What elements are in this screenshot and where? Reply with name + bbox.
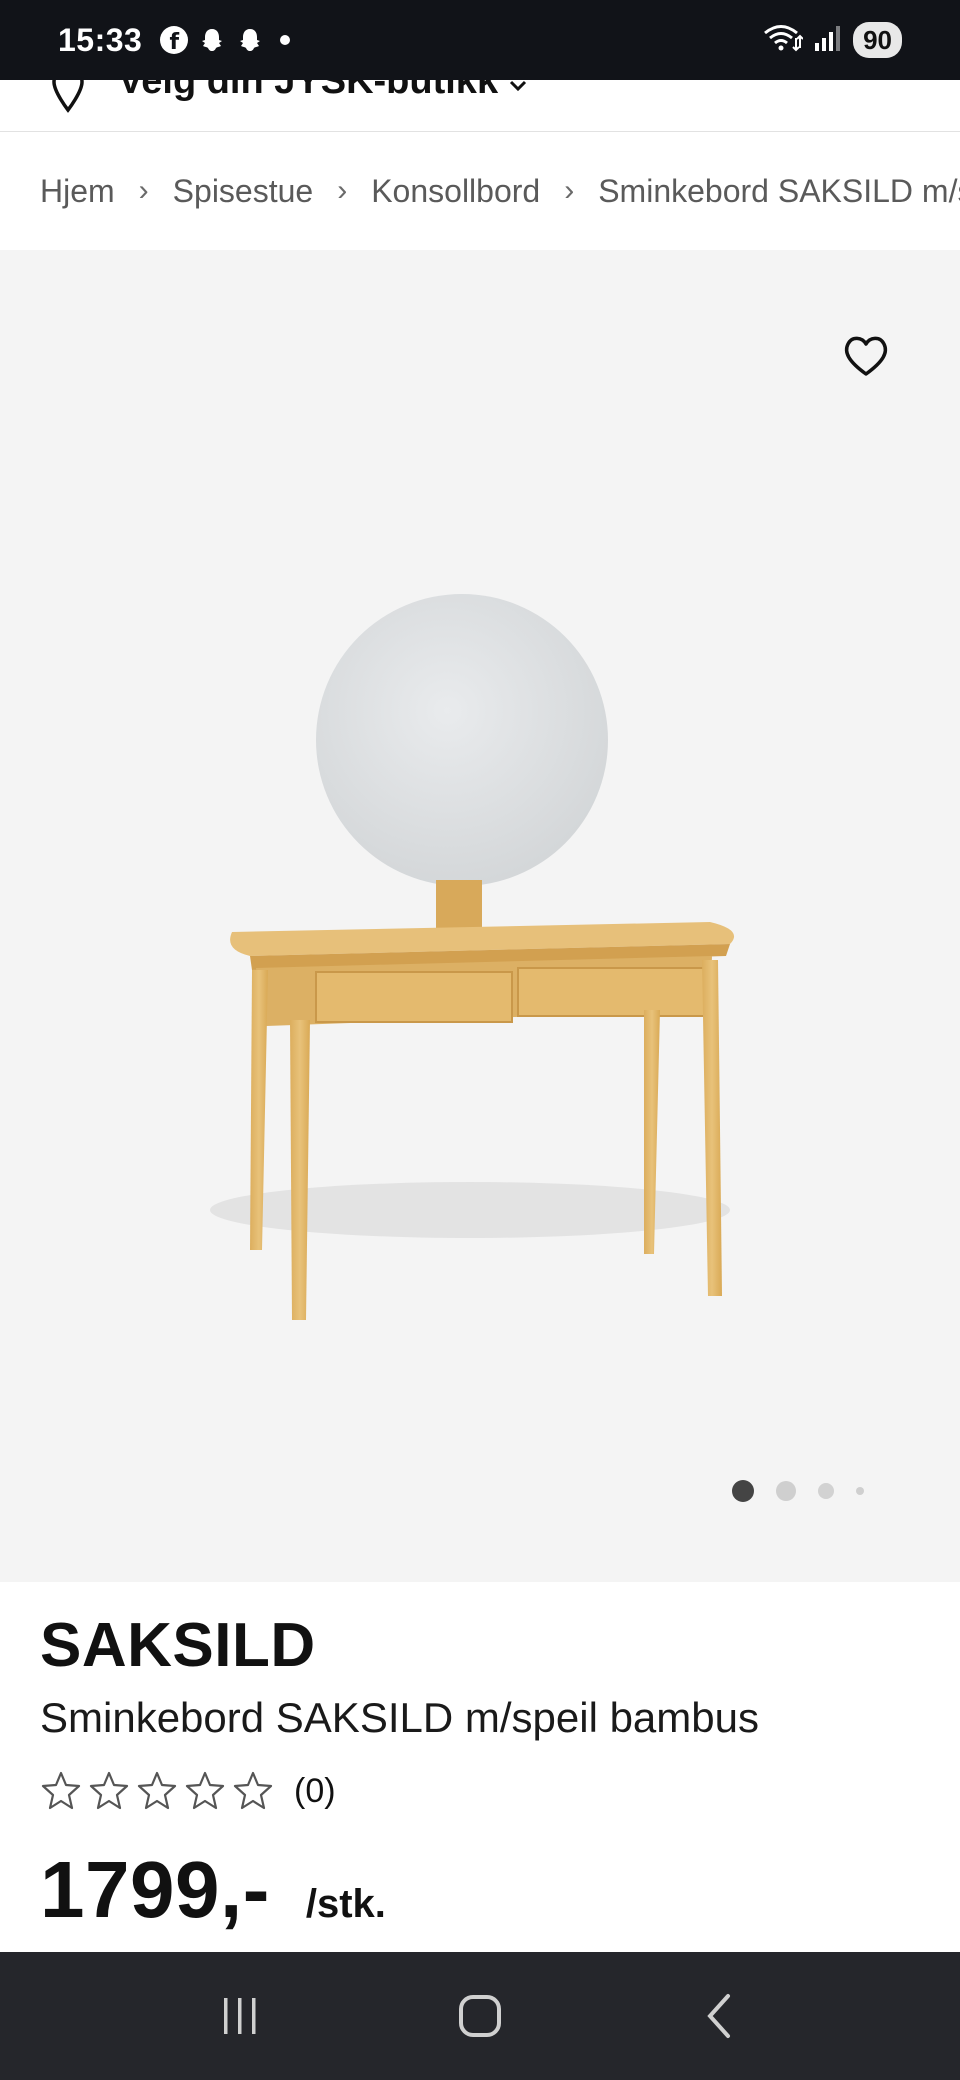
gallery-dot[interactable] [856,1487,864,1495]
product-info: SAKSILD Sminkebord SAKSILD m/speil bambu… [0,1582,960,1952]
snapchat-icon [236,26,264,54]
star-empty-icon [137,1771,177,1810]
star-empty-icon [41,1771,81,1810]
breadcrumb-item-current: Sminkebord SAKSILD m/speil bambus [598,172,960,209]
product-price: 1799,- [40,1845,270,1934]
status-bar: 15:33 f 90 [0,0,960,80]
gallery-dot[interactable] [818,1483,834,1499]
notification-icons: f [160,26,291,54]
more-notifications-dot-icon [280,35,291,45]
price-row: 1799,- /stk. [40,1844,386,1936]
gallery-dot[interactable] [776,1481,796,1501]
rating-count: (0) [294,1771,336,1810]
facebook-icon: f [160,26,189,54]
price-unit: /stk. [305,1882,386,1926]
recent-apps-icon[interactable] [200,1976,280,2056]
product-brand: SAKSILD [40,1611,316,1680]
breadcrumb-item-home[interactable]: Hjem [40,173,115,210]
breadcrumb-separator: › [564,174,575,207]
favorite-heart-icon[interactable] [840,330,892,382]
status-time: 15:33 [58,21,143,58]
product-rating[interactable]: (0) [40,1770,336,1812]
system-icons: 90 [763,22,902,59]
system-navigation-bar [0,1952,960,2080]
star-empty-icon [233,1771,273,1810]
store-selector[interactable]: Velg din JYSK-butikk [0,80,960,132]
product-gallery[interactable] [0,250,960,1582]
back-icon[interactable] [680,1976,760,2056]
star-empty-icon [89,1771,129,1810]
gallery-dot-active[interactable] [732,1480,754,1502]
gallery-pagination [732,1480,864,1502]
location-pin-icon [50,80,86,121]
product-name: Sminkebord SAKSILD m/speil bambus [40,1694,759,1741]
store-selector-label: Velg din JYSK-butikk [118,80,499,102]
chevron-down-icon [508,80,528,103]
breadcrumb-separator: › [138,174,149,207]
home-icon[interactable] [440,1976,520,2056]
signal-icon [813,23,843,58]
star-empty-icon [185,1771,225,1810]
breadcrumb-item-spisestue[interactable]: Spisestue [173,173,314,210]
battery-indicator: 90 [853,22,902,58]
breadcrumb-separator: › [337,174,348,207]
snapchat-icon [198,26,226,54]
wifi-icon [763,22,804,59]
breadcrumb: Hjem › Spisestue › Konsollbord › Sminkeb… [0,133,960,249]
product-image[interactable] [170,470,770,1410]
breadcrumb-item-konsollbord[interactable]: Konsollbord [371,173,540,210]
